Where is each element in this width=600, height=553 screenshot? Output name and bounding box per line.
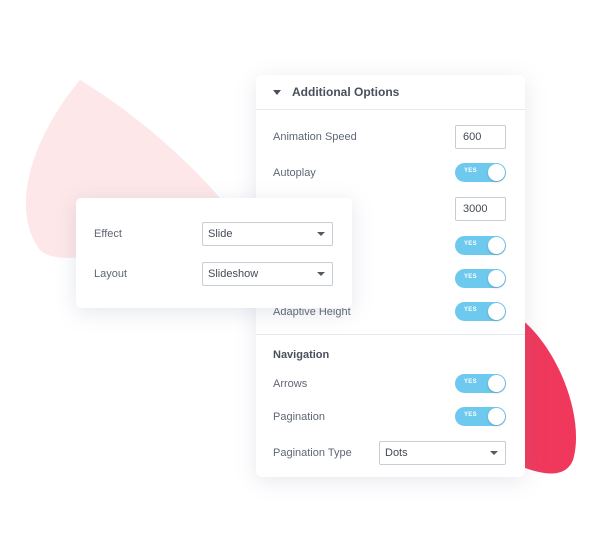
autoplay-label: Autoplay: [273, 166, 316, 179]
panel-header[interactable]: Additional Options: [256, 75, 525, 110]
pagination-type-value: Dots: [385, 447, 408, 459]
toggle-knob: [488, 303, 505, 320]
pagination-label: Pagination: [273, 410, 325, 423]
caret-down-icon[interactable]: [273, 90, 281, 95]
layout-label: Layout: [94, 268, 128, 280]
option-toggle-a[interactable]: YES: [455, 236, 506, 255]
toggle-knob: [488, 270, 505, 287]
toggle-knob: [488, 408, 505, 425]
effect-row: Effect Slide: [94, 222, 333, 246]
pagination-type-select[interactable]: Dots: [379, 441, 506, 465]
toggle-text: YES: [464, 168, 477, 174]
toggle-knob: [488, 237, 505, 254]
speed-input[interactable]: 3000: [455, 197, 506, 221]
effect-label: Effect: [94, 228, 122, 240]
toggle-text: YES: [464, 241, 477, 247]
layout-row: Layout Slideshow: [94, 262, 333, 286]
chevron-down-icon: [317, 232, 325, 236]
autoplay-toggle[interactable]: YES: [455, 163, 506, 182]
layout-select[interactable]: Slideshow: [202, 262, 333, 286]
effect-select[interactable]: Slide: [202, 222, 333, 246]
animation-speed-label: Animation Speed: [273, 131, 357, 143]
chevron-down-icon: [490, 451, 498, 455]
adaptive-height-toggle[interactable]: YES: [455, 302, 506, 321]
navigation-heading: Navigation: [273, 349, 330, 361]
toggle-knob: [488, 375, 505, 392]
toggle-text: YES: [464, 412, 477, 418]
section-divider: [256, 334, 525, 335]
toggle-text: YES: [464, 307, 477, 313]
animation-speed-input[interactable]: 600: [455, 125, 506, 149]
chevron-down-icon: [317, 272, 325, 276]
arrows-toggle[interactable]: YES: [455, 374, 506, 393]
animation-speed-row: Animation Speed 600: [273, 125, 506, 149]
pagination-type-row: Pagination Type Dots: [273, 441, 506, 465]
arrows-row: Arrows YES: [273, 374, 506, 393]
autoplay-row: Autoplay YES: [273, 163, 506, 182]
pagination-row: Pagination YES: [273, 407, 506, 426]
layout-value: Slideshow: [208, 268, 259, 280]
toggle-knob: [488, 164, 505, 181]
panel-title: Additional Options: [292, 85, 400, 99]
toggle-text: YES: [464, 274, 477, 280]
option-toggle-b[interactable]: YES: [455, 269, 506, 288]
effect-layout-card: Effect Slide Layout Slideshow: [76, 198, 352, 308]
toggle-text: YES: [464, 379, 477, 385]
arrows-label: Arrows: [273, 377, 308, 390]
pagination-type-label: Pagination Type: [273, 447, 352, 459]
pagination-toggle[interactable]: YES: [455, 407, 506, 426]
effect-value: Slide: [208, 228, 233, 240]
